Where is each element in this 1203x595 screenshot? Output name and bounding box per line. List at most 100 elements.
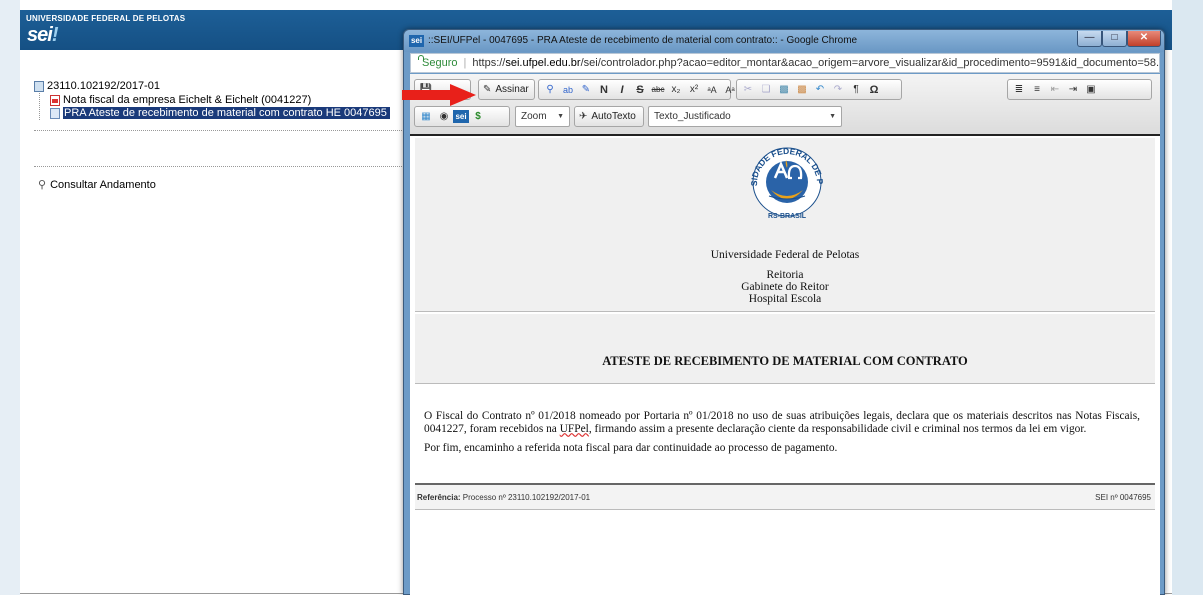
omega-icon[interactable]: Ω xyxy=(865,81,883,98)
sei-logo[interactable]: sei! xyxy=(27,24,59,47)
key-icon: ⚲ xyxy=(38,179,47,191)
dollar-icon[interactable]: $ xyxy=(469,108,487,125)
autotexto-button[interactable]: ✈ AutoTexto xyxy=(574,106,644,127)
secure-label: Seguro xyxy=(422,57,458,69)
url-path: /sei/controlador.php?acao=editor_montar&… xyxy=(580,57,1160,69)
reference-bar: Referência: Processo nº 23110.102192/201… xyxy=(415,483,1155,510)
paragraph-2: Por fim, encaminho a referida nota fisca… xyxy=(424,442,838,454)
ufpel-spellcheck: UFPel xyxy=(559,422,589,435)
sei-link-icon[interactable]: sei xyxy=(453,110,469,123)
subscript-icon[interactable]: x₂ xyxy=(667,81,685,98)
table-icon[interactable]: ▦ xyxy=(417,108,435,125)
document-body[interactable]: O Fiscal do Contrato nº 01/2018 nomeado … xyxy=(424,410,1140,462)
institution-name: Universidade Federal de Pelotas xyxy=(710,249,860,261)
tree-item-ateste[interactable]: PRA Ateste de recebimento de material co… xyxy=(50,107,390,119)
logo-accent: ! xyxy=(51,24,59,46)
list-group: ≣ ≡ ⇤ ⇥ ▣ xyxy=(1007,79,1152,100)
paragraph-1: O Fiscal do Contrato nº 01/2018 nomeado … xyxy=(424,410,1140,435)
process-tree-panel: 23110.102192/2017-01 Nota fiscal da empr… xyxy=(20,50,408,595)
document-title-box: ATESTE DE RECEBIMENTO DE MATERIAL COM CO… xyxy=(415,314,1155,384)
sei-number: SEI nº 0047695 xyxy=(1095,493,1151,502)
svg-text:RS-BRASIL: RS-BRASIL xyxy=(768,213,807,220)
assinar-label: Assinar xyxy=(495,84,529,95)
document-icon xyxy=(50,107,60,119)
url-separator: | xyxy=(463,57,467,69)
process-number: 23110.102192/2017-01 xyxy=(47,80,160,92)
tree-connector xyxy=(39,93,40,120)
divider xyxy=(34,130,406,131)
numbered-list-icon[interactable]: ≣ xyxy=(1010,81,1028,98)
right-background xyxy=(1172,0,1203,595)
insert-group: ✂ ❏ ▩ ▩ ↶ ↷ ¶ Ω xyxy=(736,79,902,100)
tree-item-nota-fiscal[interactable]: Nota fiscal da empresa Eichelt & Eichelt… xyxy=(50,94,311,106)
ufpel-seal-icon: UNIVERSIDADE FEDERAL DE PELOTAS RS-BRASI… xyxy=(747,142,825,220)
chrome-popup-window[interactable]: sei ::SEI/UFPel - 0047695 - PRA Ateste d… xyxy=(403,29,1165,595)
popup-titlebar[interactable]: sei ::SEI/UFPel - 0047695 - PRA Ateste d… xyxy=(404,30,1164,52)
close-button[interactable]: ✕ xyxy=(1127,31,1161,47)
consultar-label: Consultar Andamento xyxy=(50,178,156,191)
zoom-select[interactable]: Zoom ▼ xyxy=(515,106,570,127)
dept-line-3: Hospital Escola xyxy=(748,293,822,305)
screen: UNIVERSIDADE FEDERAL DE PELOTAS sei! 231… xyxy=(0,0,1203,595)
italic-icon[interactable]: I xyxy=(613,81,631,98)
find-icon[interactable]: ⚲ xyxy=(541,81,559,98)
divider xyxy=(34,166,406,167)
tree-process-row[interactable]: 23110.102192/2017-01 xyxy=(34,80,160,92)
editor-content-area: 💾 ✎ Assinar ⚲ ab ✎ N I S abc x₂ x² ᵃA Aᵃ… xyxy=(410,74,1160,595)
chevron-down-icon: ▼ xyxy=(829,113,836,120)
extra-group: ▦ ◉ sei $ xyxy=(414,106,510,127)
address-bar[interactable]: Seguro | https://sei.ufpel.edu.br/sei/co… xyxy=(410,53,1160,73)
logo-text: sei xyxy=(27,24,53,46)
pdf-icon xyxy=(50,94,60,106)
assinar-button[interactable]: ✎ Assinar xyxy=(478,79,535,100)
style-value: Texto_Justificado xyxy=(654,111,731,122)
bullet-list-icon[interactable]: ≡ xyxy=(1028,81,1046,98)
editor-toolbar: 💾 ✎ Assinar ⚲ ab ✎ N I S abc x₂ x² ᵃA Aᵃ… xyxy=(410,74,1160,136)
dept-line-2: Gabinete do Reitor xyxy=(741,281,829,293)
tree-item-label: Nota fiscal da empresa Eichelt & Eichelt… xyxy=(63,94,312,106)
consultar-andamento-link[interactable]: ⚲ Consultar Andamento xyxy=(38,178,156,192)
zoom-label: Zoom xyxy=(521,111,547,122)
copy-icon[interactable]: ❏ xyxy=(757,81,775,98)
reference-text: Referência: Processo nº 23110.102192/201… xyxy=(417,493,590,502)
minimize-button[interactable]: — xyxy=(1077,31,1102,47)
dept-line-1: Reitoria xyxy=(766,269,804,281)
eraser-icon[interactable]: ✎ xyxy=(577,81,595,98)
paragraph-1-part-2: , firmando assim a presente declaração c… xyxy=(588,422,1087,435)
url-text: https://sei.ufpel.edu.br/sei/controlador… xyxy=(472,57,1160,69)
outdent-icon[interactable]: ⇤ xyxy=(1046,81,1064,98)
autotexto-label: AutoTexto xyxy=(591,111,636,122)
strikethrough-icon[interactable]: abc xyxy=(649,81,667,98)
format-group: ⚲ ab ✎ N I S abc x₂ x² ᵃA Aᵃ ≡ ▩ xyxy=(538,79,771,100)
image-icon[interactable]: ▣ xyxy=(1082,81,1100,98)
uppercase-icon[interactable]: ᵃA xyxy=(703,81,721,98)
strike-icon[interactable]: S xyxy=(631,81,649,98)
sei-favicon-icon: sei xyxy=(409,35,424,47)
paste-text-icon[interactable]: ▩ xyxy=(793,81,811,98)
document-header: UNIVERSIDADE FEDERAL DE PELOTAS RS-BRASI… xyxy=(415,138,1155,312)
link-icon[interactable]: ◉ xyxy=(435,108,453,125)
reference-value: Processo nº 23110.102192/2017-01 xyxy=(460,493,591,502)
document-title: ATESTE DE RECEBIMENTO DE MATERIAL COM CO… xyxy=(602,354,968,368)
reference-label: Referência: xyxy=(417,493,461,502)
superscript-icon[interactable]: x² xyxy=(685,81,703,98)
paste-icon[interactable]: ▩ xyxy=(775,81,793,98)
style-select[interactable]: Texto_Justificado ▼ xyxy=(648,106,842,127)
folder-icon xyxy=(34,80,44,92)
top-strip xyxy=(0,0,1203,10)
red-arrow-icon xyxy=(402,84,476,106)
bold-icon[interactable]: N xyxy=(595,81,613,98)
cut-icon[interactable]: ✂ xyxy=(739,81,757,98)
university-name: UNIVERSIDADE FEDERAL DE PELOTAS xyxy=(26,14,186,23)
replace-icon[interactable]: ab xyxy=(559,81,577,98)
document-page[interactable]: UNIVERSIDADE FEDERAL DE PELOTAS RS-BRASI… xyxy=(410,138,1160,595)
url-scheme: https:// xyxy=(472,57,506,69)
url-host: sei.ufpel.edu.br xyxy=(505,57,581,69)
pen-icon: ✎ xyxy=(483,84,492,95)
indent-icon[interactable]: ⇥ xyxy=(1064,81,1082,98)
paragraph-icon[interactable]: ¶ xyxy=(847,81,865,98)
redo-icon[interactable]: ↷ xyxy=(829,81,847,98)
undo-icon[interactable]: ↶ xyxy=(811,81,829,98)
maximize-button[interactable]: □ xyxy=(1102,31,1127,47)
chevron-down-icon: ▼ xyxy=(557,113,564,120)
